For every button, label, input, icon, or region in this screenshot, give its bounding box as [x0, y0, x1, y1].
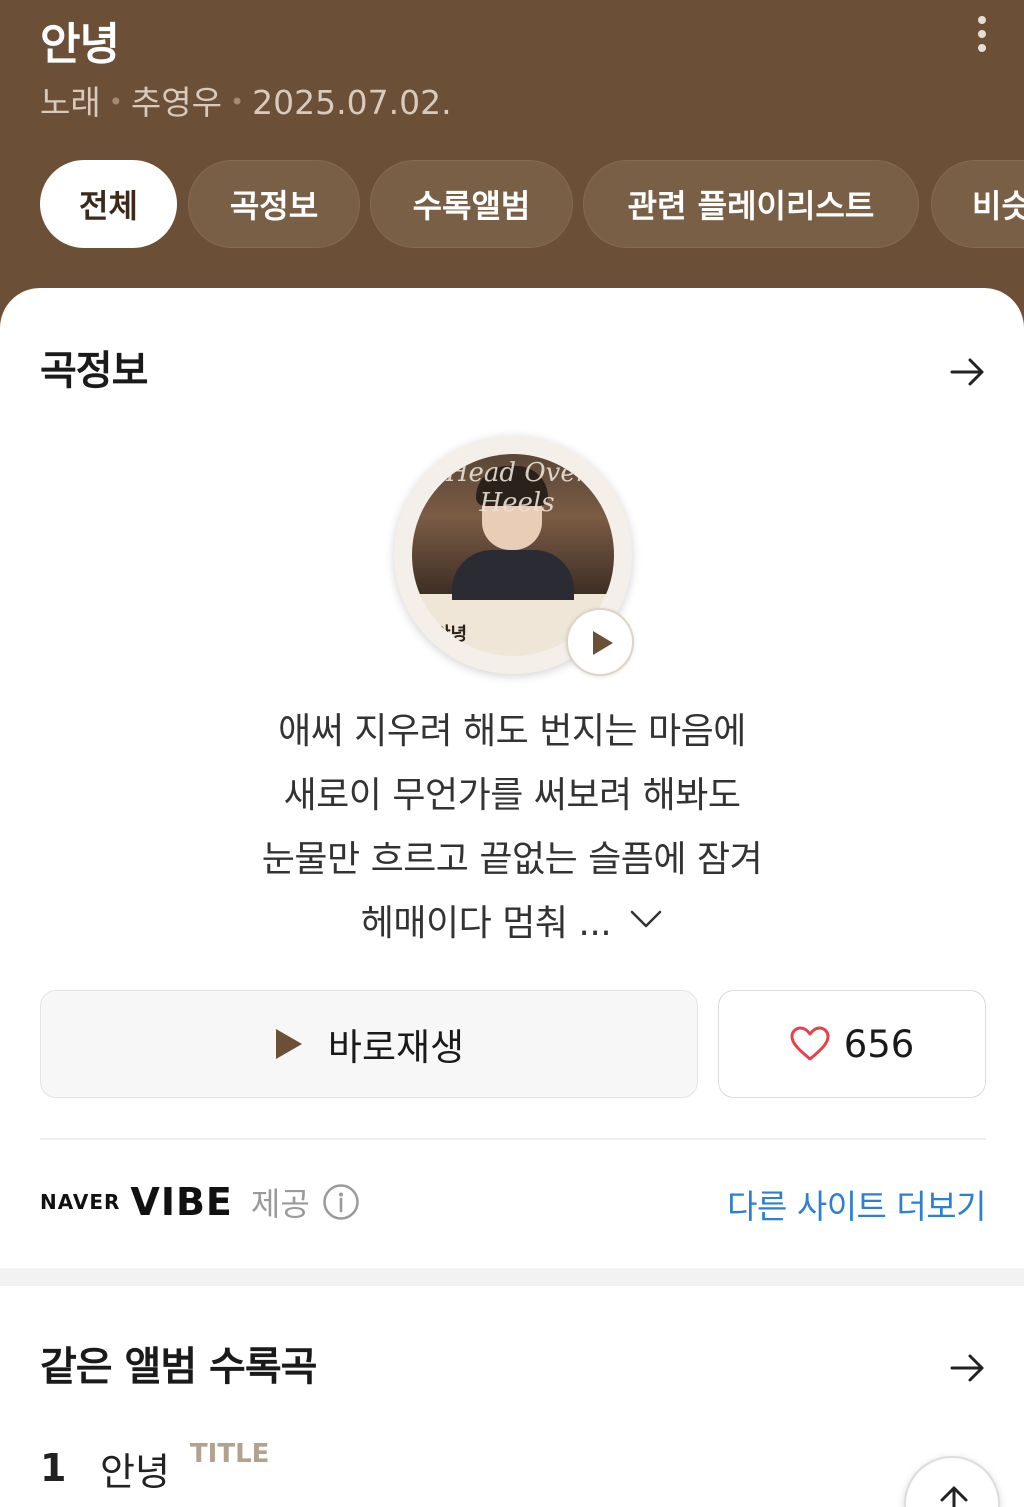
separator-dot: • [108, 88, 123, 116]
vibe-logo: VIBE [130, 1180, 233, 1224]
divider [40, 1138, 986, 1140]
track-number: 1 [40, 1446, 67, 1490]
track-title: 안녕 [100, 1449, 170, 1494]
lyric-line: 애써 지우려 해도 번지는 마음에 [278, 711, 746, 752]
meta-artist[interactable]: 추영우 [131, 83, 222, 122]
play-now-button[interactable]: 바로재생 [40, 990, 698, 1098]
like-count: 656 [843, 1022, 915, 1066]
provided-label: 제공 [250, 1185, 310, 1223]
tab-similar[interactable]: 비슷 [931, 160, 1024, 248]
cover-script-text: Head Over Heels [445, 458, 589, 518]
meta-type: 노래 [40, 83, 101, 122]
arrow-right-icon[interactable] [948, 1348, 988, 1388]
heart-icon [790, 1026, 830, 1061]
album-tracks-section: 같은 앨범 수록곡 1 안녕 TITLE [0, 1286, 1024, 1507]
page-title: 안녕 [40, 19, 120, 70]
tab-related-playlist[interactable]: 관련 플레이리스트 [583, 160, 919, 248]
provider-credit: NAVER VIBE 제공 [40, 1178, 360, 1226]
play-icon [275, 1029, 302, 1059]
tab-album[interactable]: 수록앨범 [370, 160, 573, 248]
play-now-label: 바로재생 [327, 1026, 465, 1069]
chevron-down-icon[interactable] [629, 909, 663, 929]
info-icon[interactable] [322, 1183, 360, 1221]
kebab-menu-icon[interactable] [966, 14, 998, 54]
tab-all[interactable]: 전체 [40, 160, 177, 248]
naver-logo: NAVER [40, 1190, 121, 1214]
lyric-line: 눈물만 흐르고 끝없는 슬픔에 잠겨 [261, 839, 763, 880]
section-title-album-tracks: 같은 앨범 수록곡 [40, 1344, 317, 1390]
lyric-line: 새로이 무언가를 써보려 해봐도 [283, 775, 741, 816]
song-header: 안녕 노래 • 추영우 • 2025.07.02. 전체 곡정보 수록앨범 관련 플레이… [0, 0, 1024, 300]
arrow-right-icon[interactable] [948, 352, 988, 392]
like-button[interactable]: 656 [718, 990, 986, 1098]
separator-dot: • [229, 88, 245, 116]
song-info-card: 곡정보 Head Over Heels 안녕 애써 지우려 해도 번지는 마음에… [0, 288, 1024, 1268]
lyric-line: 헤매이다 멈춰 ... [360, 903, 612, 944]
section-gap [0, 1268, 1024, 1286]
arrow-up-icon [940, 1486, 968, 1507]
lyrics-preview[interactable]: 애써 지우려 해도 번지는 마음에 새로이 무언가를 써보려 해봐도 눈물만 흐… [0, 700, 1024, 956]
tab-song-info[interactable]: 곡정보 [188, 160, 360, 248]
cover-play-button[interactable] [566, 608, 634, 676]
play-icon [593, 631, 613, 655]
section-title-song-info: 곡정보 [40, 348, 148, 394]
song-meta: 노래 • 추영우 • 2025.07.02. [40, 76, 452, 124]
more-sites-link[interactable]: 다른 사이트 더보기 [727, 1180, 986, 1228]
title-badge: TITLE [189, 1439, 270, 1469]
track-row[interactable]: 1 안녕 TITLE [40, 1438, 269, 1498]
cover-name-text: 안녕 [434, 624, 468, 645]
meta-date: 2025.07.02. [252, 83, 452, 122]
